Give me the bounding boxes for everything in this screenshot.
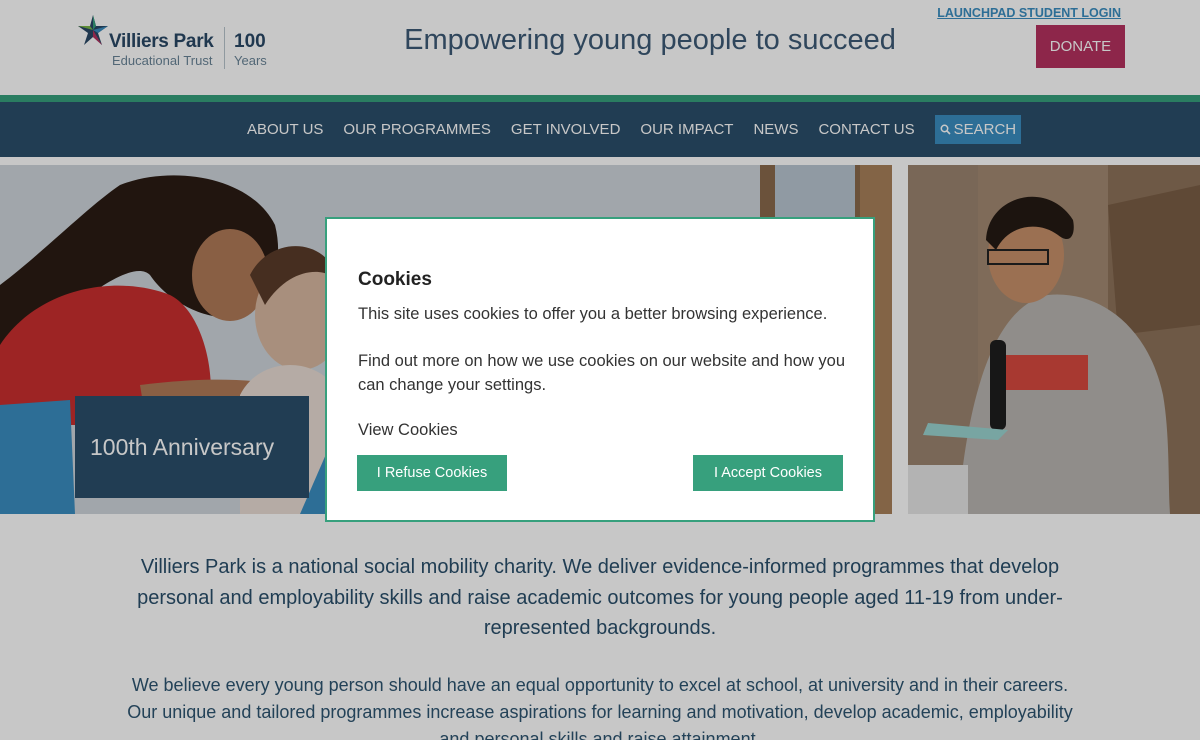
accept-cookies-button[interactable]: I Accept Cookies [693,455,843,491]
cookie-modal-message: This site uses cookies to offer you a be… [358,305,828,323]
cookie-modal-title: Cookies [358,269,432,290]
cookie-modal-info: Find out more on how we use cookies on o… [358,352,846,394]
cookie-modal: Cookies This site uses cookies to offer … [325,217,875,522]
view-cookies-link[interactable]: View Cookies [358,421,458,440]
refuse-cookies-button[interactable]: I Refuse Cookies [357,455,507,491]
